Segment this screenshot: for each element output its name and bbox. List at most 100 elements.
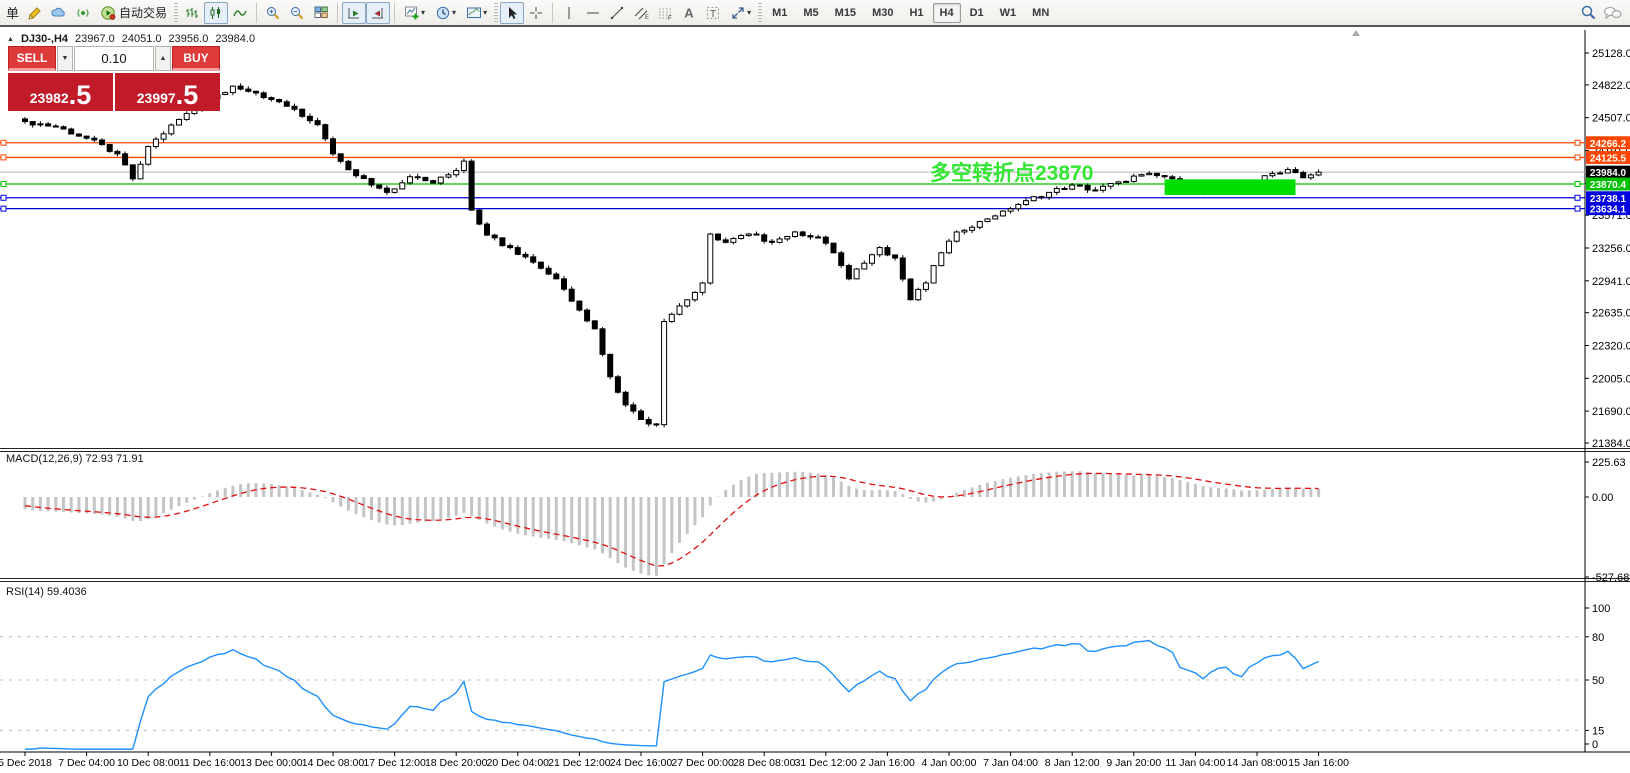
dropdown-caret-icon: ▾ xyxy=(452,8,456,17)
search-button[interactable] xyxy=(1576,2,1600,24)
text-label-icon: T xyxy=(705,5,721,21)
crayon-draw-button[interactable] xyxy=(23,2,47,24)
panel-toggle-icon[interactable]: ▲ xyxy=(7,36,14,43)
line-chart-button[interactable] xyxy=(228,2,252,24)
line-handle[interactable] xyxy=(1575,140,1580,145)
timeframe-m1-button[interactable]: M1 xyxy=(765,3,794,23)
crosshair-button[interactable] xyxy=(524,2,548,24)
fibonacci-button[interactable]: F xyxy=(653,2,677,24)
price-axis-label: 22635.0 xyxy=(1592,308,1630,320)
new-order-partial-label[interactable]: 单 xyxy=(6,3,19,22)
candle-body xyxy=(1108,184,1113,187)
candle-body xyxy=(107,145,112,152)
signal-button[interactable] xyxy=(71,2,95,24)
candle-body xyxy=(585,310,590,321)
candlestick-chart-button[interactable] xyxy=(204,2,228,24)
line-handle[interactable] xyxy=(1575,195,1580,200)
candle-body xyxy=(246,89,251,91)
bar-chart-icon xyxy=(184,5,200,21)
time-axis-label: 11 Jan 04:00 xyxy=(1165,757,1225,769)
buy-button[interactable]: BUY xyxy=(172,46,220,71)
time-axis-label: 4 Jan 00:00 xyxy=(922,757,977,769)
high-value: 24051.0 xyxy=(122,33,162,45)
candle-body xyxy=(1062,188,1067,189)
rsi-pane: 1008050150 xyxy=(0,603,1610,751)
chart-canvas[interactable]: 多空转折点23870 25128.024822.024507.024191.023… xyxy=(0,0,1630,773)
candle-body xyxy=(985,219,990,222)
time-axis-label: 9 Jan 20:00 xyxy=(1106,757,1161,769)
toolbar-separator xyxy=(552,3,553,23)
periods-button[interactable]: ▾ xyxy=(430,2,461,24)
sell-price-display[interactable]: 23982.5 xyxy=(8,73,113,111)
sell-button[interactable]: SELL xyxy=(8,46,56,71)
timeframe-h1-button[interactable]: H1 xyxy=(902,3,930,23)
volume-input[interactable] xyxy=(74,46,154,71)
timeframe-m5-button[interactable]: M5 xyxy=(796,3,825,23)
cursor-button[interactable] xyxy=(500,2,524,24)
timeframe-w1-button[interactable]: W1 xyxy=(993,3,1024,23)
text-label-button[interactable]: T xyxy=(701,2,725,24)
line-handle[interactable] xyxy=(1575,206,1580,211)
tile-windows-button[interactable] xyxy=(309,2,333,24)
volume-increase-button[interactable]: ▲ xyxy=(155,46,171,71)
timeframe-d1-button[interactable]: D1 xyxy=(963,3,991,23)
zoom-out-button[interactable] xyxy=(285,2,309,24)
volume-decrease-button[interactable]: ▼ xyxy=(57,46,73,71)
pane-separator[interactable] xyxy=(0,451,1630,452)
candle-body xyxy=(184,114,189,120)
pane-separator[interactable] xyxy=(0,578,1630,579)
line-handle[interactable] xyxy=(1,140,6,145)
time-axis-label: 14 Jan 08:00 xyxy=(1227,757,1288,769)
candle-body xyxy=(862,263,867,269)
candle-body xyxy=(323,125,328,139)
bar-chart-button[interactable] xyxy=(180,2,204,24)
line-handle[interactable] xyxy=(1,206,6,211)
buy-price-display[interactable]: 23997.5 xyxy=(115,73,220,111)
trendline-button[interactable] xyxy=(605,2,629,24)
line-handle[interactable] xyxy=(1,182,6,187)
candle-body xyxy=(831,243,836,253)
caret-down-icon: ▼ xyxy=(62,55,69,62)
add-indicator-button[interactable]: ▾ xyxy=(399,2,430,24)
chart-shift-marker[interactable] xyxy=(1352,30,1360,36)
price-axis: 25128.024822.024507.024191.023876.023571… xyxy=(1585,48,1630,450)
candle-body xyxy=(277,100,282,102)
time-axis-label: 10 Dec 08:00 xyxy=(117,757,180,769)
pane-separator[interactable] xyxy=(0,581,1630,582)
fibonacci-icon: F xyxy=(657,5,673,21)
auto-trading-button[interactable]: 自动交易 xyxy=(95,2,172,24)
support-zone-rectangle[interactable] xyxy=(1165,179,1296,195)
timeframe-m30-button[interactable]: M30 xyxy=(865,3,900,23)
cloud-sync-button[interactable] xyxy=(47,2,71,24)
pane-separator[interactable] xyxy=(0,448,1630,449)
auto-scroll-button[interactable] xyxy=(342,2,366,24)
chart-annotation-text[interactable]: 多空转折点23870 xyxy=(930,161,1093,185)
zoom-in-button[interactable] xyxy=(261,2,285,24)
line-handle[interactable] xyxy=(1,195,6,200)
templates-button[interactable]: ▾ xyxy=(461,2,492,24)
toolbar-separator xyxy=(256,3,257,23)
line-handle[interactable] xyxy=(1575,182,1580,187)
text-button[interactable]: A xyxy=(677,2,701,24)
equidistant-channel-button[interactable]: E xyxy=(629,2,653,24)
candle-body xyxy=(808,236,813,237)
time-axis-label: 31 Dec 12:00 xyxy=(795,757,858,769)
candle-body xyxy=(785,237,790,239)
candle-body xyxy=(261,93,266,98)
candle-body xyxy=(723,240,728,243)
line-handle[interactable] xyxy=(1575,155,1580,160)
candle-body xyxy=(1170,177,1175,179)
line-handle[interactable] xyxy=(1,155,6,160)
chat-button[interactable] xyxy=(1600,2,1624,24)
candle-body xyxy=(669,314,674,321)
arrows-button[interactable]: ▾ xyxy=(725,2,756,24)
horizontal-line-button[interactable] xyxy=(581,2,605,24)
timeframe-h4-button[interactable]: H4 xyxy=(933,3,961,23)
candle-body xyxy=(592,321,597,329)
timeframe-m15-button[interactable]: M15 xyxy=(828,3,863,23)
vertical-line-button[interactable] xyxy=(557,2,581,24)
candle-body xyxy=(1116,182,1121,184)
chart-shift-button[interactable] xyxy=(366,2,390,24)
timeframe-mn-button[interactable]: MN xyxy=(1025,3,1056,23)
toolbar-grip xyxy=(758,3,762,23)
